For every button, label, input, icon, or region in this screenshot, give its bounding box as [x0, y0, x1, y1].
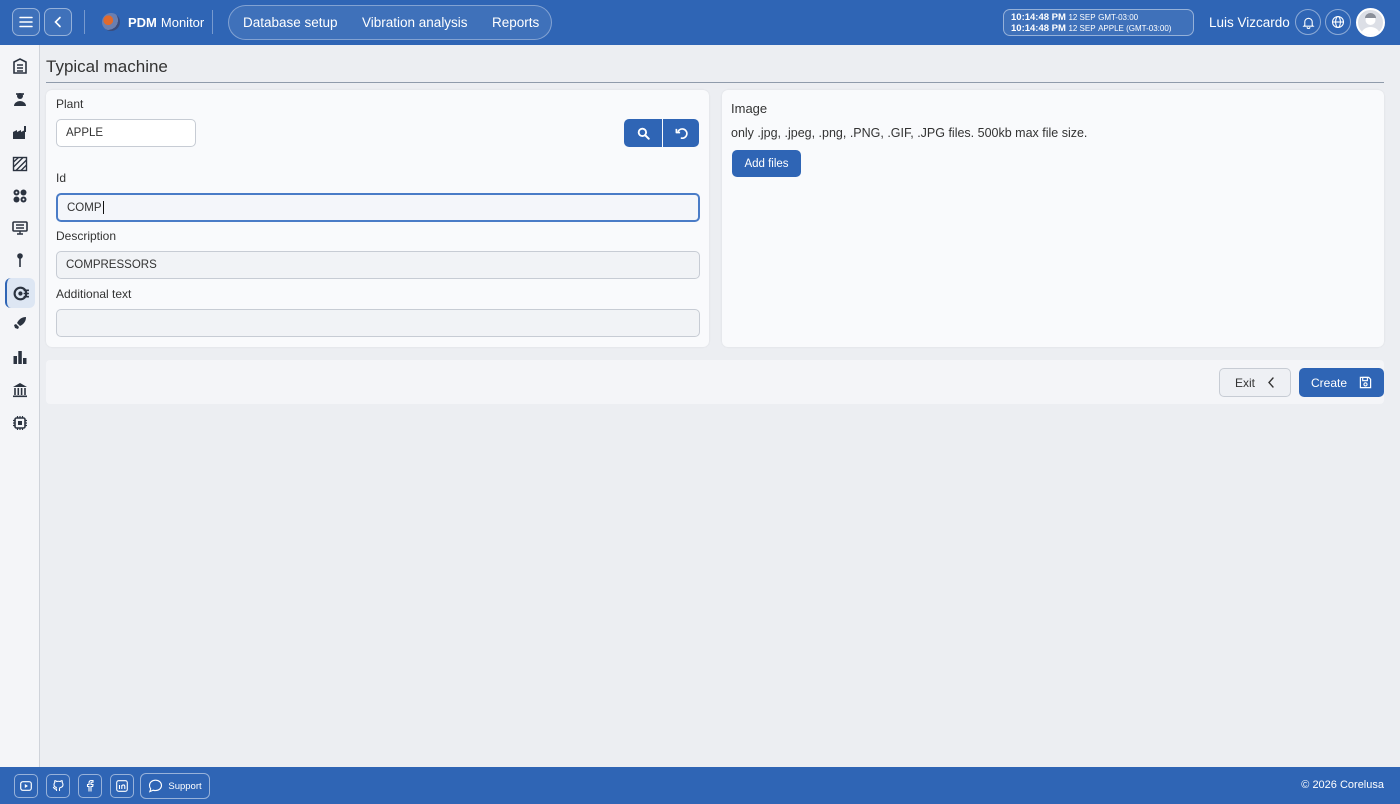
- clock-display: 10:14:48 PM 12 SEP GMT-03:00 10:14:48 PM…: [1003, 9, 1194, 36]
- divider: [84, 10, 85, 34]
- linkedin-icon: [116, 780, 128, 792]
- action-bar: [46, 360, 1384, 404]
- pin-icon: [17, 253, 23, 267]
- sidebar: [0, 45, 40, 767]
- sidebar-item-areas[interactable]: [5, 149, 35, 179]
- create-label: Create: [1310, 375, 1348, 390]
- facebook-icon: [86, 780, 94, 792]
- undo-icon: [675, 127, 688, 139]
- worker-icon: [14, 93, 26, 106]
- bell-icon: [1302, 17, 1314, 29]
- clock-time-plant: 10:14:48 PM: [1011, 23, 1066, 34]
- nav-vibration-analysis[interactable]: Vibration analysis: [362, 15, 468, 30]
- description-field[interactable]: COMPRESSORS: [56, 251, 700, 279]
- copyright-text: © 2026 Corelusa: [1301, 779, 1384, 791]
- clock-time-local: 10:14:48 PM: [1011, 12, 1066, 23]
- chart-icon: [13, 351, 27, 364]
- divider: [212, 10, 213, 34]
- sidebar-item-machines[interactable]: [5, 278, 35, 308]
- back-button[interactable]: [44, 8, 72, 36]
- id-label: Id: [56, 171, 67, 185]
- sidebar-item-plants[interactable]: [5, 117, 35, 147]
- plant-label: Plant: [56, 97, 84, 111]
- additional-text-label: Additional text: [56, 287, 132, 301]
- rocket-icon: [14, 317, 26, 329]
- sidebar-item-components[interactable]: [5, 181, 35, 211]
- bank-icon: [13, 383, 27, 398]
- title-divider: [46, 82, 1384, 83]
- add-files-button[interactable]: Add files: [732, 150, 801, 177]
- exit-button[interactable]: Exit: [1219, 368, 1291, 397]
- image-hint: only .jpg, .jpeg, .png, .PNG, .GIF, .JPG…: [731, 126, 1088, 140]
- area-icon: [12, 156, 28, 172]
- globe-icon: [1331, 15, 1345, 29]
- machine-icon: [13, 286, 29, 300]
- chat-bubble-icon: [149, 779, 163, 793]
- clock-date-plant: 12 SEP: [1068, 24, 1096, 33]
- app-name-rest: Monitor: [160, 14, 205, 30]
- page-title: Typical machine: [46, 57, 168, 76]
- sidebar-item-monitors[interactable]: [5, 213, 35, 243]
- factory-icon: [13, 126, 26, 139]
- top-bar: PDM Monitor Database setup Vibration ana…: [0, 0, 1400, 45]
- description-label: Description: [56, 229, 117, 243]
- save-icon: [1359, 376, 1372, 389]
- nav-reports[interactable]: Reports: [492, 15, 539, 30]
- clock-zone-plant: APPLE (GMT-03:00): [1098, 24, 1172, 33]
- plant-search-button[interactable]: [624, 119, 662, 147]
- chevron-left-icon: [54, 16, 61, 28]
- sidebar-item-workers[interactable]: [5, 84, 35, 114]
- hamburger-icon: [19, 16, 33, 28]
- notifications-button[interactable]: [1295, 9, 1321, 35]
- avatar[interactable]: [1356, 8, 1385, 37]
- id-field[interactable]: COMP: [56, 193, 700, 222]
- youtube-button[interactable]: [14, 774, 38, 798]
- plant-reset-button[interactable]: [663, 119, 699, 147]
- gears-icon: [13, 189, 27, 203]
- clock-zone-local: GMT-03:00: [1098, 13, 1139, 22]
- monitor-icon: [12, 221, 28, 235]
- sidebar-item-launch[interactable]: [5, 308, 35, 338]
- id-field-value: COMP: [67, 201, 102, 214]
- clock-date-local: 12 SEP: [1068, 13, 1096, 22]
- chip-icon: [13, 416, 27, 430]
- text-caret: [102, 201, 104, 214]
- github-button[interactable]: [46, 774, 70, 798]
- sidebar-item-points[interactable]: [5, 245, 35, 275]
- sidebar-item-buildings[interactable]: [5, 51, 35, 81]
- search-icon: [637, 127, 650, 140]
- support-button[interactable]: Support: [140, 773, 210, 799]
- facebook-button[interactable]: [78, 774, 102, 798]
- sidebar-item-settings[interactable]: [5, 408, 35, 438]
- language-button[interactable]: [1325, 9, 1351, 35]
- youtube-icon: [20, 781, 32, 791]
- plant-field[interactable]: APPLE: [56, 119, 196, 147]
- sidebar-item-reports[interactable]: [5, 342, 35, 372]
- user-avatar-icon: [1361, 13, 1380, 35]
- linkedin-button[interactable]: [110, 774, 134, 798]
- app-name-bold: PDM: [128, 14, 157, 30]
- chevron-left-icon: [1268, 377, 1274, 388]
- app-logo-icon: [102, 13, 120, 31]
- github-icon: [52, 780, 64, 791]
- app-brand[interactable]: PDM Monitor: [102, 13, 204, 31]
- building-icon: [13, 58, 27, 74]
- support-label: Support: [168, 780, 202, 792]
- additional-text-field[interactable]: [56, 309, 700, 337]
- menu-button[interactable]: [12, 8, 40, 36]
- create-button[interactable]: Create: [1299, 368, 1384, 397]
- exit-label: Exit: [1234, 375, 1255, 390]
- bottom-bar: Support © 2026 Corelusa: [0, 767, 1400, 804]
- image-label: Image: [731, 101, 768, 116]
- nav-database-setup[interactable]: Database setup: [243, 15, 338, 30]
- user-name[interactable]: Luis Vizcardo: [1209, 15, 1290, 30]
- sidebar-item-companies[interactable]: [5, 375, 35, 405]
